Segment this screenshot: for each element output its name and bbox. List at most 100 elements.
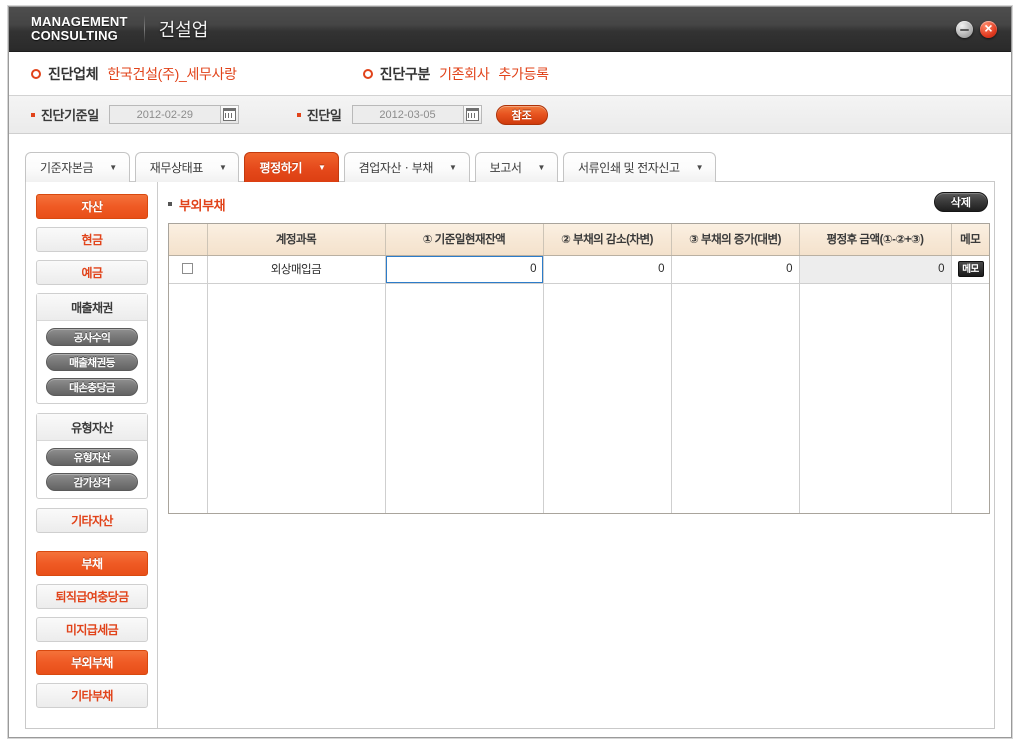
sidebar-group-label[interactable]: 매출채권 [37,294,147,321]
chevron-down-icon: ▼ [695,162,704,172]
brand-line-2: CONSULTING [31,28,118,43]
diagnosis-date-input[interactable]: 2012-03-05 [351,105,464,124]
brand-divider [143,15,145,43]
tab-재무상태표[interactable]: 재무상태표 ▼ [134,152,240,182]
diagnosis-info-bar: 진단업체 한국건설(주)_세무사랑 진단구분 기존회사 추가등록 [9,52,1011,96]
reference-button[interactable]: 참조 [495,104,548,125]
tab-label: 겸업자산ㆍ부채 [358,161,434,175]
table-filler-row [169,283,989,513]
column-header-increase[interactable]: ③ 부채의 증가(대변) [671,224,800,256]
filler-cell [543,283,672,513]
chevron-down-icon: ▼ [449,162,457,172]
tab-평정하기[interactable]: 평정하기 ▼ [244,152,339,182]
sidebar-subitem-depreciation[interactable]: 감가상각 [46,473,138,491]
base-date-input[interactable]: 2012-02-29 [108,105,221,124]
calendar-icon [465,108,479,121]
content-body: 자산 현금 예금 매출채권 공사수익 매출채권등 대손충당금 유형자산 유형자산… [25,182,995,729]
company-value: 한국건설(주)_세무사랑 [107,65,237,82]
chevron-down-icon: ▼ [218,162,227,172]
table-row[interactable]: 외상매입금 0 0 0 0 메모 [169,255,989,284]
sidebar-item-other-liabilities[interactable]: 기타부채 [36,683,148,708]
application-window: MANAGEMENT CONSULTING 건설업 진단업체 한국건설(주)_세… [8,6,1012,738]
calendar-icon [222,108,236,121]
main-tab-bar: 기준자본금 ▼ 재무상태표 ▼ 평정하기 ▼ 겸업자산ㆍ부채 ▼ 보고서 ▼ 서… [9,149,1011,182]
company-label: 진단업체 [48,65,99,82]
base-date-label: 진단기준일 [41,108,99,123]
sidebar-item-deposits[interactable]: 예금 [36,260,148,285]
filler-cell [951,283,989,513]
sidebar-group-receivables: 매출채권 공사수익 매출채권등 대손충당금 [36,293,148,404]
filler-cell [169,283,208,513]
table-header-row: 계정과목 ① 기준일현재잔액 ② 부채의 감소(차변) ③ 부채의 증가(대변)… [169,224,989,256]
sidebar-item-severance-allowance[interactable]: 퇴직급여충당금 [36,584,148,609]
tab-기준자본금[interactable]: 기준자본금 ▼ [25,152,130,182]
diagnosis-type-group: 진단구분 기존회사 추가등록 [362,64,549,84]
category-sidebar: 자산 현금 예금 매출채권 공사수익 매출채권등 대손충당금 유형자산 유형자산… [26,182,158,728]
sidebar-item-cash[interactable]: 현금 [36,227,148,252]
column-header-balance[interactable]: ① 기준일현재잔액 [385,224,544,256]
sidebar-item-other-assets[interactable]: 기타자산 [36,508,148,533]
sidebar-group-label[interactable]: 유형자산 [37,414,147,441]
filler-cell [671,283,800,513]
sidebar-subitem-trade-receivables[interactable]: 매출채권등 [46,353,138,371]
cell-increase[interactable]: 0 [671,255,800,284]
company-info-group: 진단업체 한국건설(주)_세무사랑 [31,64,237,84]
tab-보고서[interactable]: 보고서 ▼ [474,152,559,182]
tab-label: 서류인쇄 및 전자신고 [578,161,680,175]
tab-label: 보고서 [489,161,522,175]
diagnosis-date-group: 진단일 2012-03-05 참조 [296,104,548,125]
brand-line-1: MANAGEMENT [31,14,128,29]
app-subtitle: 건설업 [158,20,209,40]
column-header-memo[interactable]: 메모 [951,224,989,256]
sidebar-item-liabilities[interactable]: 부채 [36,551,148,576]
sidebar-subitem-tangible-assets[interactable]: 유형자산 [46,448,138,466]
sidebar-item-assets[interactable]: 자산 [36,194,148,219]
chevron-down-icon: ▼ [109,162,117,172]
filler-cell [799,283,952,513]
filler-cell [207,283,386,513]
table-header: 계정과목 ① 기준일현재잔액 ② 부채의 감소(차변) ③ 부채의 증가(대변)… [169,224,989,256]
close-icon[interactable] [980,19,997,38]
main-content-panel: 부외부채 삭제 계정과목 ① 기준일현재잔액 ② 부채의 감소(차변) ③ 부채… [158,182,1000,728]
cell-account-name[interactable]: 외상매입금 [207,255,386,284]
page-title: 부외부채 [179,197,226,213]
sidebar-group-tangible-assets: 유형자산 유형자산 감가상각 [36,413,148,499]
filler-cell [385,283,544,513]
cell-decrease[interactable]: 0 [543,255,672,284]
sidebar-subitem-allowance-bad-debt[interactable]: 대손충당금 [46,378,138,396]
tab-겸업자산-부채[interactable]: 겸업자산ㆍ부채 ▼ [343,152,470,182]
column-header-account[interactable]: 계정과목 [207,224,386,256]
bullet-ring-icon [362,68,373,79]
window-controls [956,19,997,38]
chevron-down-icon: ▼ [318,162,326,172]
section-header: 부외부채 [168,194,990,214]
sidebar-subitem-construction-revenue[interactable]: 공사수익 [46,328,138,346]
row-select-cell[interactable] [169,255,208,284]
tab-label: 평정하기 [259,161,303,175]
diagnosis-date-calendar-button[interactable] [462,105,482,124]
app-logo: MANAGEMENT CONSULTING [31,15,128,43]
liabilities-table: 계정과목 ① 기준일현재잔액 ② 부채의 감소(차변) ③ 부채의 증가(대변)… [169,224,989,513]
column-header-select[interactable] [169,224,208,256]
base-date-group: 진단기준일 2012-02-29 [31,105,239,124]
cell-after-amount: 0 [799,255,952,284]
column-header-decrease[interactable]: ② 부채의 감소(차변) [543,224,672,256]
sidebar-item-unpaid-taxes[interactable]: 미지급세금 [36,617,148,642]
data-grid-container: 계정과목 ① 기준일현재잔액 ② 부채의 감소(차변) ③ 부채의 증가(대변)… [168,223,990,514]
diagnosis-type-value-existing: 기존회사 [439,65,490,82]
column-header-after-amount[interactable]: 평정후 금액(①-②+③) [799,224,952,256]
base-date-calendar-button[interactable] [219,105,239,124]
tab-서류인쇄-및-전자신고[interactable]: 서류인쇄 및 전자신고 ▼ [563,152,717,182]
bullet-square-icon [168,202,172,206]
delete-button[interactable]: 삭제 [933,192,988,212]
diagnosis-type-label: 진단구분 [379,65,431,82]
cell-memo[interactable]: 메모 [951,255,989,284]
diagnosis-date-label: 진단일 [306,108,342,123]
diagnosis-type-value-additional: 추가등록 [498,65,549,82]
sidebar-item-off-balance-liabilities[interactable]: 부외부채 [36,650,148,675]
row-checkbox[interactable] [182,263,194,275]
memo-button[interactable]: 메모 [957,261,984,277]
cell-balance[interactable]: 0 [385,255,544,284]
minimize-icon[interactable] [956,21,973,38]
